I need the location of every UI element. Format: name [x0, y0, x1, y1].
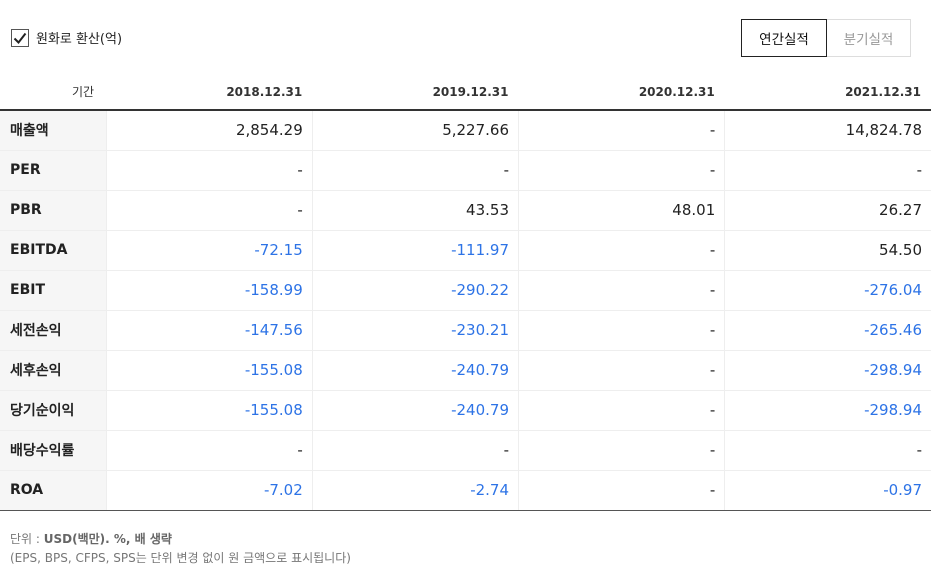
header-row: 기간 2018.12.31 2019.12.31 2020.12.31 2021… [0, 74, 931, 111]
unit-value: USD(백만). %, 배 생략 [43, 532, 172, 546]
table-cell: -0.97 [724, 470, 931, 511]
table-cell: -298.94 [724, 350, 931, 391]
row-label: EBITDA [0, 230, 106, 271]
table-cell: 48.01 [517, 190, 725, 231]
table-cell: -155.08 [105, 390, 313, 431]
table-cell: - [517, 150, 725, 191]
checkmark-icon [13, 32, 27, 44]
column-header: 2018.12.31 [106, 74, 313, 111]
table-row: PER - - - - [0, 150, 931, 191]
table-cell: -7.02 [105, 470, 313, 511]
table-cell: - [517, 309, 725, 351]
table-cell: -111.97 [311, 230, 519, 271]
row-label: EBIT [0, 270, 106, 311]
table-cell: - [724, 150, 931, 191]
table-cell: -230.21 [311, 309, 519, 351]
tab-quarterly[interactable]: 분기실적 [827, 19, 911, 57]
table-cell: - [517, 230, 725, 271]
column-header: 2020.12.31 [518, 74, 725, 111]
table-cell: - [311, 150, 519, 191]
table-cell: - [105, 430, 313, 471]
table-cell: -147.56 [105, 309, 313, 351]
table-body: 매출액 2,854.29 5,227.66-14,824.78 PER - - - - PBR -… [0, 110, 931, 511]
table-row: PBR -43.53 48.01 26.27 [0, 190, 931, 231]
unit-note: 단위 : USD(백만). %, 배 생략 [10, 530, 172, 547]
table-cell: -265.46 [724, 309, 931, 351]
table-cell: - [724, 430, 931, 471]
table-cell: 2,854.29 [105, 110, 313, 151]
table-cell: 5,227.66 [311, 110, 519, 151]
period-tabs: 연간실적 분기실적 [741, 19, 911, 57]
table-cell: -240.79 [311, 390, 519, 431]
row-label: 매출액 [0, 110, 106, 151]
table-row: 세후손익 -155.08 -240.79- -298.94 [0, 350, 931, 391]
table-cell: -2.74 [311, 470, 519, 511]
row-label: PBR [0, 190, 106, 231]
table-cell: - [517, 390, 725, 431]
table-cell: -298.94 [724, 390, 931, 431]
tab-annual[interactable]: 연간실적 [741, 19, 827, 57]
table-cell: 26.27 [724, 190, 931, 231]
table-row: ROA -7.02 -2.74- -0.97 [0, 470, 931, 511]
table-cell: -158.99 [105, 270, 313, 311]
row-label: ROA [0, 470, 106, 511]
table-cell: - [311, 430, 519, 471]
table-cell: - [517, 470, 725, 511]
table-cell: 43.53 [311, 190, 519, 231]
row-label: 배당수익률 [0, 430, 106, 471]
table-cell: -290.22 [311, 270, 519, 311]
table-row: EBIT -158.99 -290.22- -276.04 [0, 270, 931, 311]
period-header: 기간 [0, 74, 106, 111]
table-row: EBITDA -72.15 -111.97-54.50 [0, 230, 931, 271]
table-cell: -155.08 [105, 350, 313, 391]
financial-table: 기간 2018.12.31 2019.12.31 2020.12.31 2021… [0, 74, 931, 511]
row-label: 당기순이익 [0, 390, 106, 431]
table-cell: - [517, 270, 725, 311]
row-label: 세후손익 [0, 350, 106, 391]
table-row: 배당수익률 - - - - [0, 430, 931, 471]
table-cell: - [517, 430, 725, 471]
row-label: 세전손익 [0, 309, 106, 351]
table-cell: - [517, 350, 725, 391]
unit-prefix: 단위 : [10, 532, 44, 546]
table-cell: 54.50 [724, 230, 931, 271]
table-row: 매출액 2,854.29 5,227.66-14,824.78 [0, 110, 931, 151]
krw-conversion-toggle[interactable]: 원화로 환산(억) [11, 28, 122, 47]
table-cell: - [517, 110, 725, 151]
table-cell: -276.04 [724, 270, 931, 311]
column-header: 2021.12.31 [724, 74, 931, 111]
table-row: 세전손익 -147.56 -230.21- -265.46 [0, 309, 931, 351]
table-row: 당기순이익 -155.08 -240.79- -298.94 [0, 390, 931, 431]
row-label: PER [0, 150, 106, 191]
table-cell: - [105, 150, 313, 191]
checkbox-label: 원화로 환산(억) [36, 32, 123, 47]
table-cell: - [105, 190, 313, 231]
table-cell: -72.15 [105, 230, 313, 271]
table-cell: 14,824.78 [724, 110, 931, 151]
column-header: 2019.12.31 [312, 74, 519, 111]
checkbox[interactable] [11, 28, 29, 47]
display-note: (EPS, BPS, CFPS, SPS는 단위 변경 없이 원 금액으로 표시… [10, 551, 351, 565]
table-cell: -240.79 [311, 350, 519, 391]
